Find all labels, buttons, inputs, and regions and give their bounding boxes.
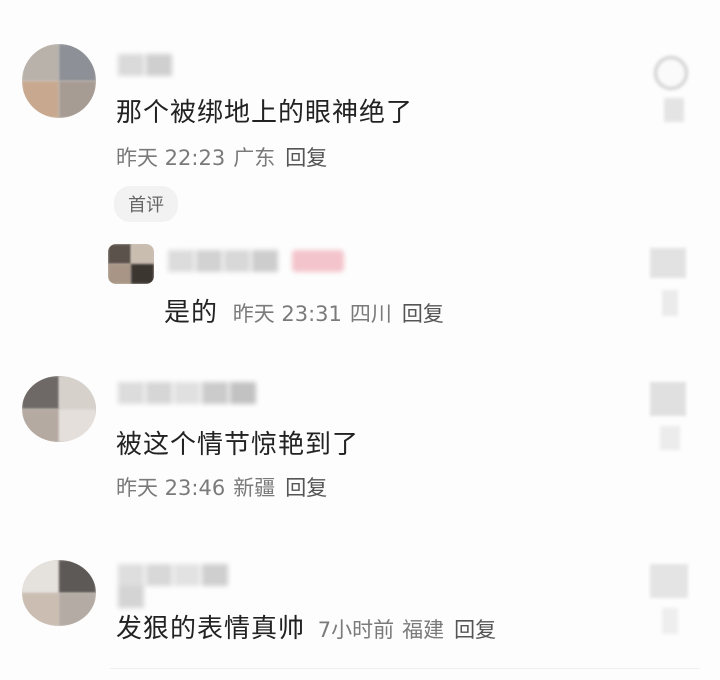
heart-icon[interactable] <box>648 378 692 458</box>
comment-location: 新疆 <box>233 476 276 500</box>
heart-icon[interactable] <box>650 50 694 130</box>
avatar[interactable] <box>108 244 154 284</box>
avatar[interactable] <box>22 560 96 626</box>
reply-line: 是的 昨天 23:31 四川 回复 <box>164 292 444 329</box>
comment-meta: 昨天 22:23 广东 回复 <box>116 142 327 172</box>
reply-button[interactable]: 回复 <box>454 618 496 642</box>
avatar[interactable] <box>22 44 96 118</box>
comment-time: 7小时前 <box>317 618 395 642</box>
comment-location: 福建 <box>402 618 445 642</box>
username-redacted[interactable] <box>118 54 178 76</box>
reply-time: 昨天 23:31 <box>232 302 342 326</box>
reply-text: 是的 <box>164 298 219 328</box>
comment-time: 昨天 23:46 <box>116 476 226 500</box>
author-badge-redacted <box>292 250 344 272</box>
comment-time: 昨天 22:23 <box>116 146 226 170</box>
first-comment-badge: 首评 <box>114 186 178 222</box>
comment-location: 广东 <box>233 146 276 170</box>
reply-button[interactable]: 回复 <box>285 476 327 500</box>
username-redacted[interactable] <box>118 382 258 404</box>
username-redacted[interactable] <box>168 250 288 272</box>
avatar[interactable] <box>22 376 96 442</box>
comment-section: 那个被绑地上的眼神绝了 昨天 22:23 广东 回复 首评 是的 昨天 23:31 四… <box>0 0 720 680</box>
reply-location: 四川 <box>349 302 392 326</box>
divider <box>110 668 700 669</box>
comment-text: 发狠的表情真帅 <box>116 614 306 644</box>
reply-button[interactable]: 回复 <box>285 146 327 170</box>
comment-line: 发狠的表情真帅 7小时前 福建 回复 <box>116 608 496 645</box>
reply-button[interactable]: 回复 <box>402 302 444 326</box>
heart-icon[interactable] <box>648 244 692 324</box>
username-redacted[interactable] <box>118 564 254 608</box>
comment-meta: 昨天 23:46 新疆 回复 <box>116 472 327 502</box>
heart-icon[interactable] <box>648 560 692 640</box>
comment-text: 那个被绑地上的眼神绝了 <box>116 98 414 128</box>
comment-text: 被这个情节惊艳到了 <box>116 430 360 460</box>
